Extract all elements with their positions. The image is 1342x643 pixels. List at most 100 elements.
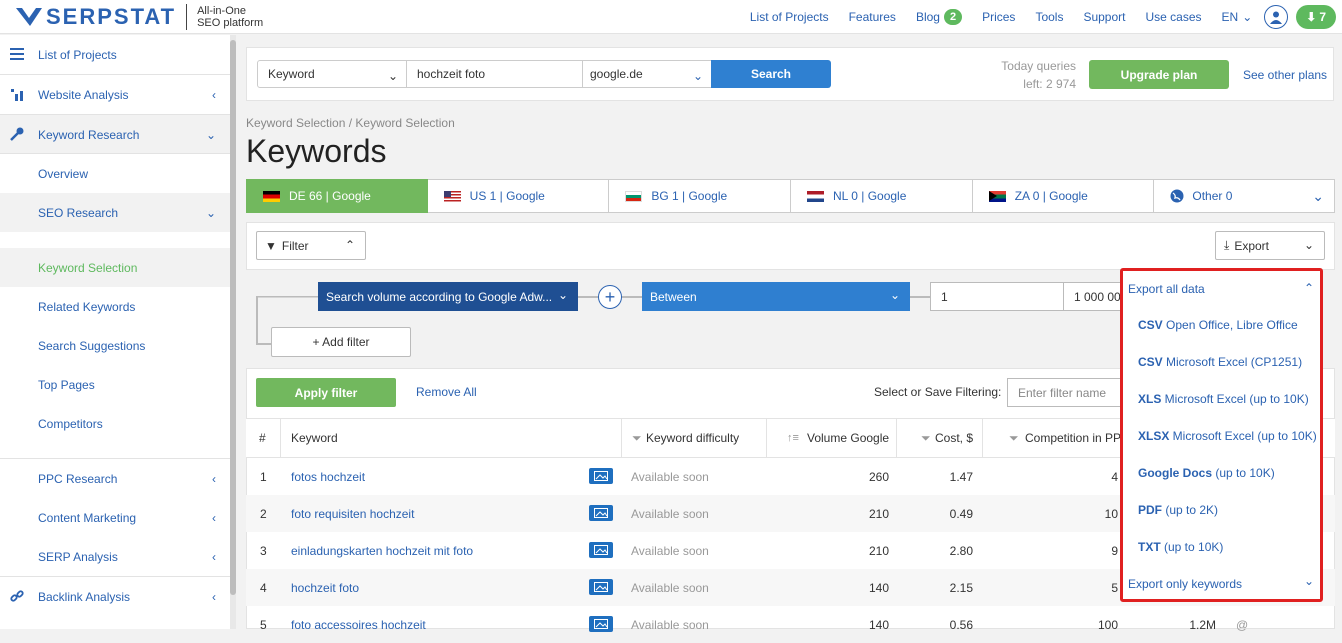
filter-to-input[interactable]: 1 000 00 (1063, 282, 1123, 311)
keyword-link[interactable]: fotos hochzeit (291, 458, 365, 495)
sidebar-scrollbar-thumb[interactable] (230, 40, 236, 595)
sidebar-item-content-marketing[interactable]: Content Marketing ‹ (0, 498, 230, 537)
export-txt[interactable]: TXT (up to 10K) (1138, 540, 1223, 554)
filter-field-select[interactable]: Search volume according to Google Adw...… (318, 282, 578, 311)
tab-label: BG 1 | Google (651, 189, 728, 203)
export-xls[interactable]: XLS Microsoft Excel (up to 10K) (1138, 392, 1309, 406)
nav-features[interactable]: Features (849, 10, 896, 24)
add-condition-plus-icon[interactable]: + (598, 285, 622, 309)
sidebar-item-label: Content Marketing (38, 510, 137, 525)
export-pdf[interactable]: PDF (up to 2K) (1138, 503, 1218, 517)
export-csv-openoffice[interactable]: CSV Open Office, Libre Office (1138, 318, 1298, 332)
filter-operator-select[interactable]: Between ⌄ (642, 282, 910, 311)
sidebar-item-backlink-analysis[interactable]: Backlink Analysis ‹ (0, 577, 230, 616)
column-header-keyword-difficulty[interactable]: ⏷ Keyword difficulty (622, 418, 767, 458)
cost-value: 2.15 (949, 580, 973, 595)
sidebar-item-seo-research[interactable]: SEO Research ⌄ (0, 193, 230, 232)
nav-use-cases[interactable]: Use cases (1145, 10, 1201, 24)
search-type-select[interactable]: Keyword ⌄ (257, 60, 407, 88)
keyword-difficulty: Available soon (631, 469, 709, 484)
upgrade-plan-button[interactable]: Upgrade plan (1089, 60, 1229, 89)
export-all-data-label: Export all data (1128, 282, 1205, 296)
tagline-line-1: All-in-One (197, 5, 246, 17)
sidebar-item-related-keywords[interactable]: Related Keywords (0, 287, 230, 326)
volume-value: 210 (868, 543, 889, 558)
queries-count: left: 2 974 (1023, 77, 1076, 91)
flag-de-icon (263, 190, 280, 202)
filter-from-input[interactable]: 1 (930, 282, 1064, 311)
export-google-docs[interactable]: Google Docs (up to 10K) (1138, 466, 1275, 480)
nav-list-of-projects[interactable]: List of Projects (750, 10, 829, 24)
sidebar-item-serp-analysis[interactable]: SERP Analysis ‹ (0, 537, 230, 576)
serp-preview-icon[interactable] (589, 542, 613, 558)
sidebar-item-competitors[interactable]: Competitors (0, 404, 230, 443)
language-select[interactable]: EN ⌄ (1222, 10, 1253, 24)
search-input[interactable]: hochzeit foto (406, 60, 583, 88)
tab-za[interactable]: ZA 0 | Google (972, 179, 1155, 213)
key-icon (10, 127, 24, 141)
filter-name-input[interactable]: Enter filter name (1007, 378, 1122, 407)
competition-value: 100 (1097, 617, 1118, 632)
format-label: CSV (1138, 318, 1163, 332)
nav-prices[interactable]: Prices (982, 10, 1015, 24)
sidebar-item-website-analysis[interactable]: Website Analysis ‹ (0, 75, 230, 114)
logo[interactable]: SERPSTAT All-in-One SEO platform (16, 4, 263, 30)
nav-tools[interactable]: Tools (1035, 10, 1063, 24)
competition-value: 10 (1104, 506, 1118, 521)
database-tabs: DE 66 | Google US 1 | Google BG 1 | Goog… (246, 179, 1336, 213)
add-filter-button[interactable]: + Add filter (271, 327, 411, 357)
export-button[interactable]: ⤓ Export ⌄ (1215, 231, 1325, 260)
volume-value: 140 (868, 580, 889, 595)
keyword-link[interactable]: foto accessoires hochzeit (291, 606, 426, 643)
sidebar-item-search-suggestions[interactable]: Search Suggestions (0, 326, 230, 365)
filter-to-value: 1 000 00 (1074, 289, 1121, 304)
sidebar-item-ppc-research[interactable]: PPC Research ‹ (0, 459, 230, 498)
other-plans-link[interactable]: See other plans (1243, 68, 1327, 82)
tab-label: DE 66 | Google (289, 189, 371, 203)
sidebar-item-top-pages[interactable]: Top Pages (0, 365, 230, 404)
remove-all-link[interactable]: Remove All (416, 385, 477, 399)
tab-us[interactable]: US 1 | Google (427, 179, 610, 213)
tab-bg[interactable]: BG 1 | Google (609, 179, 792, 213)
tab-de[interactable]: DE 66 | Google (246, 179, 428, 213)
filter-toggle-button[interactable]: ▼ Filter ⌃ (256, 231, 366, 260)
serp-preview-icon[interactable] (589, 468, 613, 484)
keyword-link[interactable]: einladungskarten hochzeit mit foto (291, 532, 473, 569)
serp-preview-icon[interactable] (589, 579, 613, 595)
filter-from-value: 1 (941, 289, 948, 304)
chevron-left-icon: ‹ (212, 87, 216, 102)
search-engine-select[interactable]: google.de ⌄ (582, 60, 712, 88)
breadcrumb[interactable]: Keyword Selection / Keyword Selection (246, 116, 455, 130)
column-header-keyword[interactable]: Keyword (281, 418, 622, 458)
search-query-value: hochzeit foto (417, 67, 486, 81)
sort-asc-icon: ↑≡ (787, 432, 799, 444)
row-index: 4 (260, 580, 267, 595)
chevron-down-icon: ⌄ (1303, 574, 1314, 588)
sidebar-item-list-of-projects[interactable]: List of Projects (0, 35, 230, 74)
column-header-volume[interactable]: ↑≡ Volume Google (767, 418, 897, 458)
sidebar-item-overview[interactable]: Overview (0, 154, 230, 193)
downloads-button[interactable]: ⬇ 7 (1296, 5, 1336, 29)
user-avatar[interactable] (1264, 5, 1289, 29)
apply-filter-button[interactable]: Apply filter (256, 378, 396, 407)
nav-support[interactable]: Support (1083, 10, 1125, 24)
column-header-competition[interactable]: ⏷ Competition in PPC (983, 418, 1123, 458)
export-only-keywords-header[interactable]: Export only keywords (1128, 577, 1242, 591)
column-header-cost[interactable]: ⏷ Cost, $ (897, 418, 983, 458)
tab-other[interactable]: Other 0 ⌄ (1154, 179, 1336, 213)
keyword-link[interactable]: hochzeit foto (291, 569, 359, 606)
export-csv-excel[interactable]: CSV Microsoft Excel (CP1251) (1138, 355, 1302, 369)
page-title: Keywords (246, 133, 387, 169)
search-button[interactable]: Search (711, 60, 831, 88)
nav-blog[interactable]: Blog 2 (916, 9, 963, 25)
keyword-link[interactable]: foto requisiten hochzeit (291, 495, 414, 532)
serp-preview-icon[interactable] (589, 616, 613, 632)
export-all-data-header[interactable]: Export all data (1128, 282, 1205, 296)
tagline-line-2: SEO platform (197, 17, 264, 29)
sidebar-item-keyword-selection[interactable]: Keyword Selection (0, 248, 230, 287)
export-dropdown: Export all data ⌃ CSV Open Office, Libre… (1120, 268, 1323, 602)
tab-nl[interactable]: NL 0 | Google (791, 179, 973, 213)
sidebar-item-keyword-research[interactable]: Keyword Research ⌄ (0, 115, 230, 154)
serp-preview-icon[interactable] (589, 505, 613, 521)
export-xlsx[interactable]: XLSX Microsoft Excel (up to 10K) (1138, 429, 1317, 443)
